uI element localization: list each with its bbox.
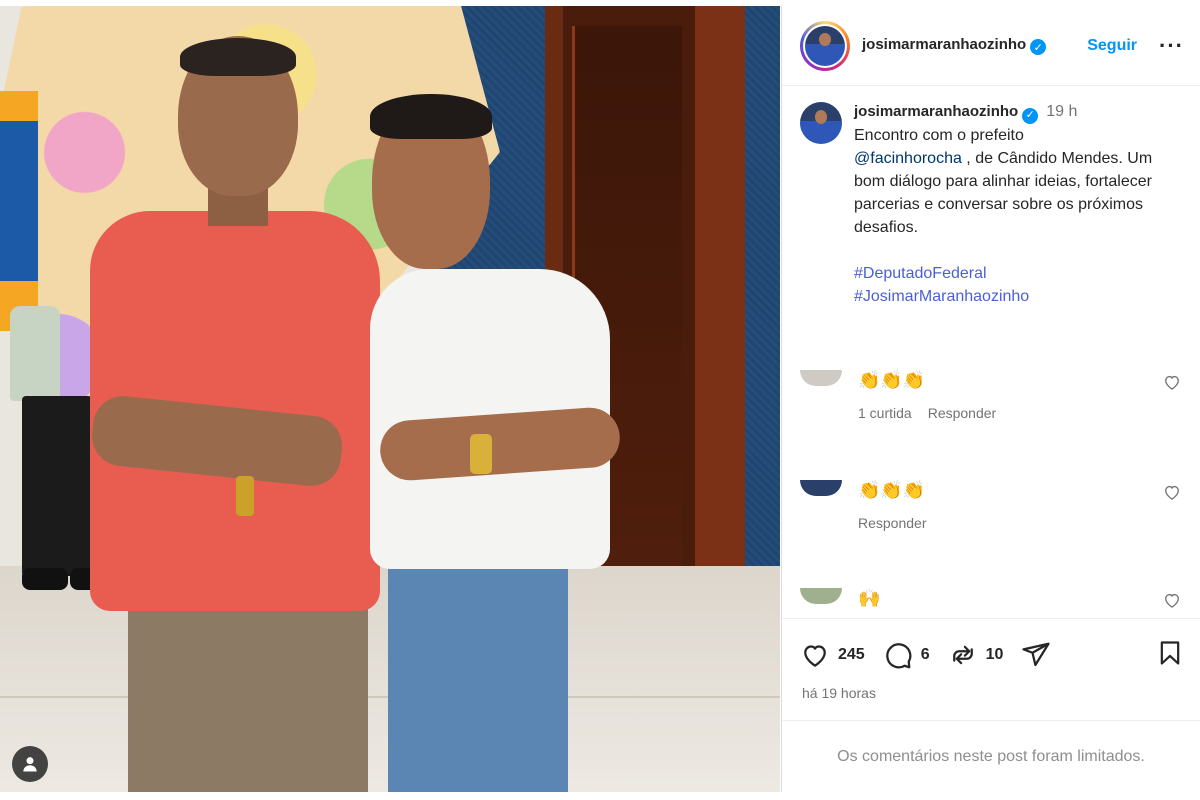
comment-text: 👏👏👏	[858, 480, 926, 500]
user-tag-icon[interactable]	[12, 746, 48, 782]
comment-heart-icon[interactable]	[1162, 372, 1182, 392]
like-button[interactable]: 245	[800, 640, 865, 670]
comment-count[interactable]: 6	[921, 646, 930, 664]
post-header: josimarmaranhaozinho ✓ Seguir ···	[782, 6, 1200, 86]
post-timestamp[interactable]: há 19 horas	[802, 685, 876, 701]
comment-meta: 1 curtida Responder	[858, 405, 1012, 421]
header-username-wrap: josimarmaranhaozinho ✓	[862, 36, 1047, 56]
caption-text: Encontro com o prefeito	[854, 126, 1024, 144]
caption-username[interactable]: josimarmaranhaozinho	[854, 103, 1018, 120]
post-photo[interactable]	[0, 6, 780, 792]
follow-button[interactable]: Seguir	[1087, 37, 1137, 55]
comment-text: 👏👏👏	[858, 370, 926, 390]
caption-time[interactable]: 19 h	[1046, 103, 1077, 120]
comment-likes[interactable]: 1 curtida	[858, 405, 912, 421]
comment-meta: Responder	[858, 515, 943, 531]
caption-avatar[interactable]	[800, 102, 842, 144]
comments-limited-notice: Os comentários neste post foram limitado…	[782, 720, 1200, 792]
comment-item: 🙌	[800, 588, 1182, 616]
comment-avatar[interactable]	[800, 480, 842, 496]
header-username[interactable]: josimarmaranhaozinho	[862, 36, 1026, 53]
avatar[interactable]	[805, 25, 845, 66]
comment-avatar[interactable]	[800, 370, 842, 386]
background-banner	[0, 91, 38, 331]
mention-link[interactable]: @facinhorocha	[854, 150, 962, 167]
repost-icon	[952, 645, 973, 665]
share-icon	[1022, 642, 1051, 667]
verified-badge-icon: ✓	[1022, 107, 1039, 124]
reply-button[interactable]: Responder	[928, 405, 997, 421]
verified-badge-icon: ✓	[1030, 39, 1047, 56]
post-sidebar: josimarmaranhaozinho ✓ Seguir ··· josimar…	[781, 6, 1200, 792]
comment-item: 👏👏👏 1 curtida Responder	[800, 370, 1182, 430]
hashtag-link[interactable]: #DeputadoFederal	[854, 262, 1174, 285]
comment-avatar[interactable]	[800, 588, 842, 604]
repost-count[interactable]: 10	[986, 646, 1004, 664]
comment-heart-icon[interactable]	[1162, 482, 1182, 502]
repost-button[interactable]: 10	[948, 640, 1004, 670]
caption-body: josimarmaranhaozinho ✓ 19 h Encontro com o…	[854, 102, 1174, 308]
hashtag-link[interactable]: #JosimarMaranhaozinho	[854, 285, 1174, 308]
comment-item: 👏👏👏 Responder	[800, 480, 1182, 540]
man-white-shirt	[360, 94, 640, 792]
save-button[interactable]	[1156, 639, 1184, 672]
comment-text: 🙌	[858, 588, 881, 608]
heart-icon	[804, 645, 826, 667]
reply-button[interactable]: Responder	[858, 515, 927, 531]
share-button[interactable]	[1021, 640, 1051, 670]
caption: josimarmaranhaozinho ✓ 19 h Encontro com o…	[800, 102, 1184, 308]
comment-icon	[885, 643, 912, 669]
man-red-shirt	[80, 36, 400, 792]
like-count[interactable]: 245	[838, 646, 865, 664]
post-actions: 245 6 10 há 19 horas	[782, 618, 1200, 728]
comment-button[interactable]: 6	[883, 640, 930, 670]
bookmark-icon	[1160, 640, 1180, 665]
more-options-icon[interactable]: ···	[1159, 34, 1184, 57]
story-ring[interactable]	[800, 20, 850, 71]
comment-heart-icon[interactable]	[1162, 590, 1182, 610]
